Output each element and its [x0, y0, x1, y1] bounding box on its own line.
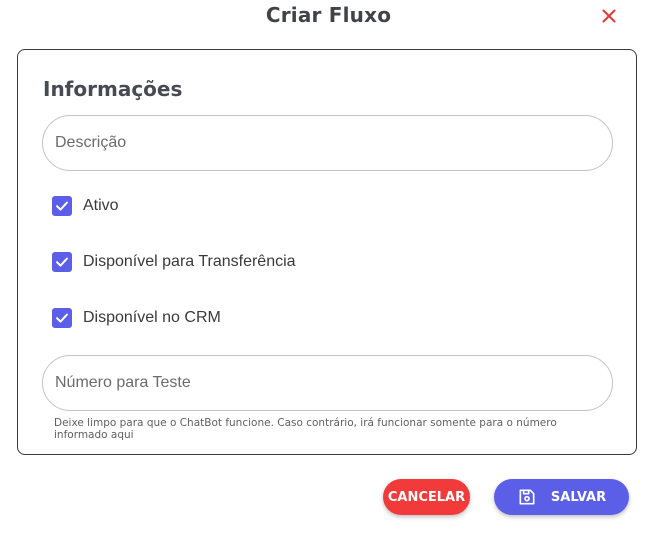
checkbox-ativo[interactable]	[52, 196, 72, 216]
checkbox-row-transfer[interactable]: Disponível para Transferência	[52, 250, 296, 274]
description-field	[42, 115, 613, 171]
checkbox-row-ativo[interactable]: Ativo	[52, 194, 119, 218]
checkbox-label: Disponível para Transferência	[83, 253, 296, 270]
test-number-helper-text: Deixe limpo para que o ChatBot funcione.…	[54, 417, 557, 441]
info-card: Informações Ativo Disponível para Transf…	[17, 49, 637, 455]
close-button[interactable]	[597, 4, 621, 28]
test-number-input[interactable]	[43, 356, 612, 410]
checkmark-icon	[55, 311, 69, 325]
close-icon	[602, 9, 616, 23]
save-button-label: SALVAR	[550, 489, 607, 505]
checkbox-row-crm[interactable]: Disponível no CRM	[52, 306, 221, 330]
cancel-button-label: CANCELAR	[387, 489, 466, 505]
checkmark-icon	[55, 255, 69, 269]
save-button[interactable]: SALVAR	[494, 479, 629, 515]
test-number-field	[42, 355, 613, 411]
save-icon	[517, 487, 537, 507]
checkbox-label: Disponível no CRM	[83, 309, 221, 326]
checkbox-label: Ativo	[83, 197, 119, 214]
checkbox-transfer[interactable]	[52, 252, 72, 272]
description-input[interactable]	[43, 116, 612, 170]
section-title: Informações	[43, 77, 183, 101]
checkbox-crm[interactable]	[52, 308, 72, 328]
dialog-title: Criar Fluxo	[265, 3, 392, 27]
checkmark-icon	[55, 199, 69, 213]
cancel-button[interactable]: CANCELAR	[383, 479, 470, 515]
create-flow-dialog: Criar Fluxo Informações Ativo	[0, 0, 657, 537]
